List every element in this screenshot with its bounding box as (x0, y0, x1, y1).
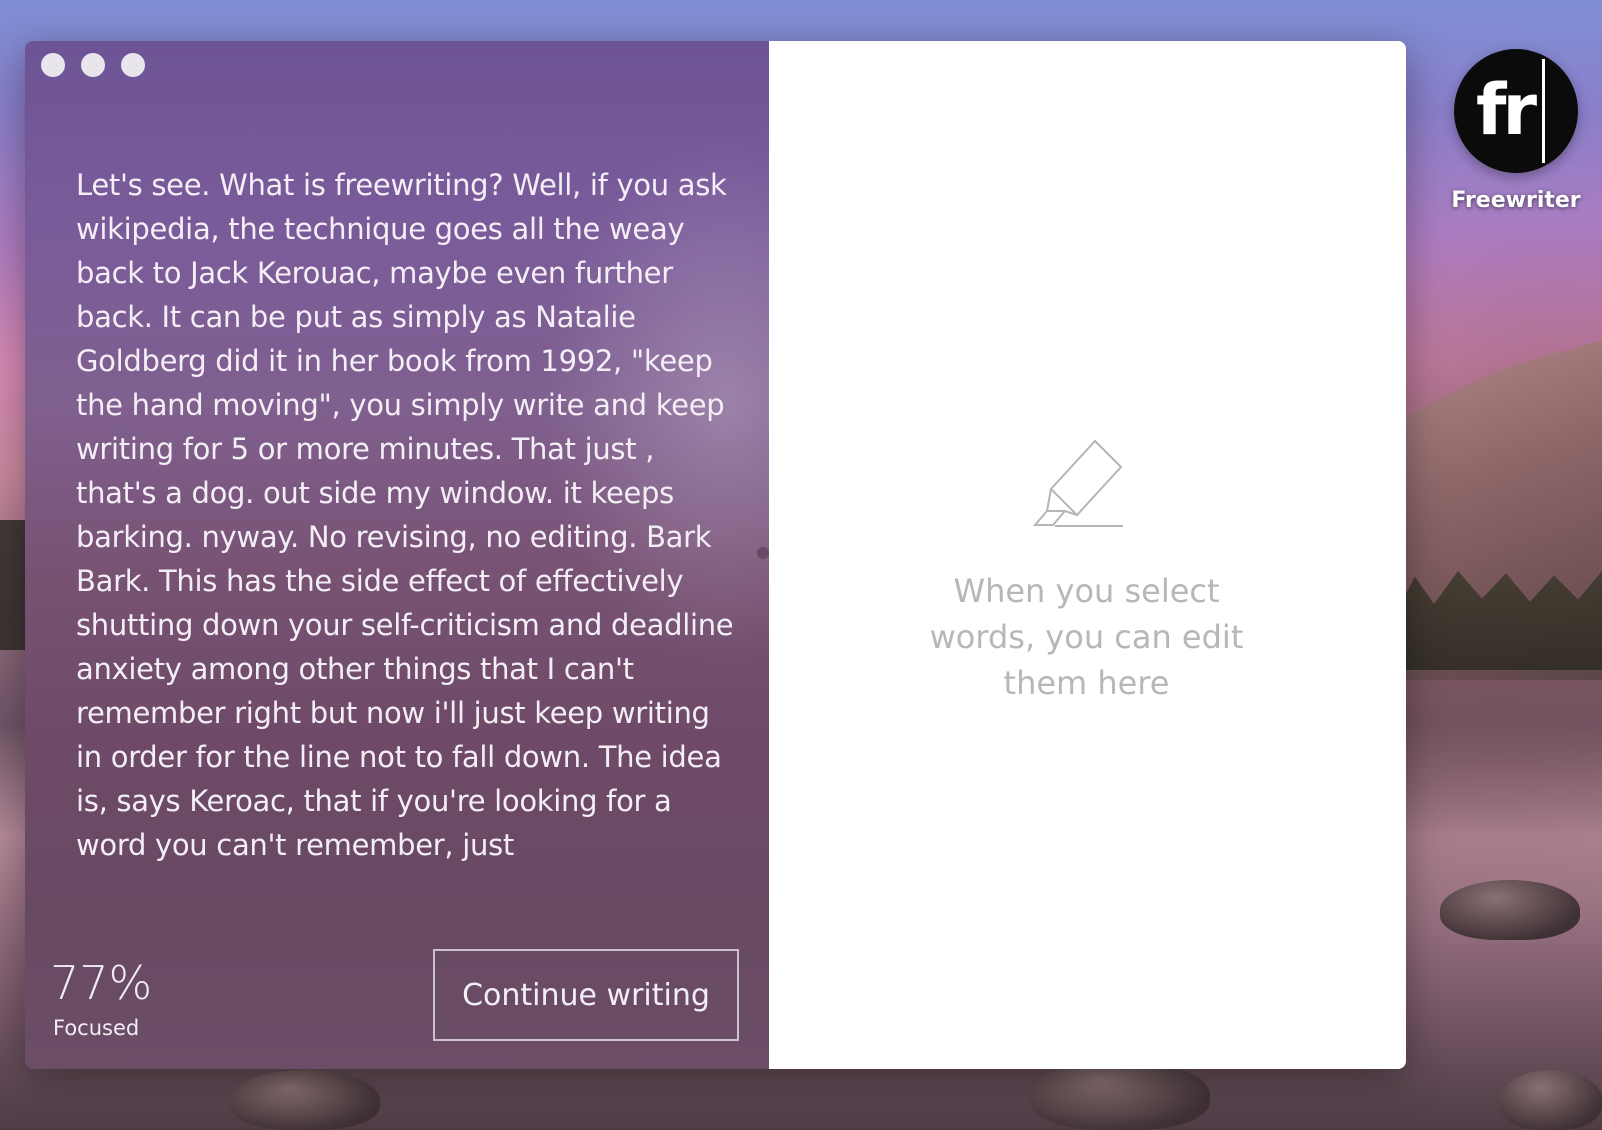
desktop-rock (230, 1070, 380, 1130)
focus-stat: 77% Focused (50, 956, 152, 1040)
highlighter-icon (1031, 431, 1127, 531)
writing-pane: Let's see. What is freewriting? Well, if… (25, 41, 769, 1069)
desktop-rock (1440, 880, 1580, 940)
freewriter-app-label[interactable]: Freewriter (1430, 188, 1602, 213)
freewriting-text[interactable]: Let's see. What is freewriting? Well, if… (76, 163, 736, 867)
freewriter-app-icon[interactable]: fr (1454, 49, 1578, 173)
app-icon-glyph: fr (1476, 69, 1537, 151)
focus-label: Focused (53, 1016, 140, 1040)
minimize-window-button[interactable] (81, 53, 105, 77)
desktop-rock (1500, 1070, 1602, 1130)
edit-hint: When you select words, you can edit them… (929, 572, 1244, 702)
window-controls (41, 53, 145, 77)
desktop-rock (1030, 1060, 1210, 1130)
freewriter-window: Let's see. What is freewriting? Well, if… (25, 41, 1406, 1069)
text-cursor-icon (1542, 59, 1545, 163)
continue-writing-button[interactable]: Continue writing (433, 949, 739, 1041)
focus-percentage: 77% (50, 956, 153, 1010)
zoom-window-button[interactable] (121, 53, 145, 77)
pane-divider-handle[interactable] (757, 547, 769, 559)
close-window-button[interactable] (41, 53, 65, 77)
edit-pane: When you select words, you can edit them… (769, 41, 1406, 1069)
